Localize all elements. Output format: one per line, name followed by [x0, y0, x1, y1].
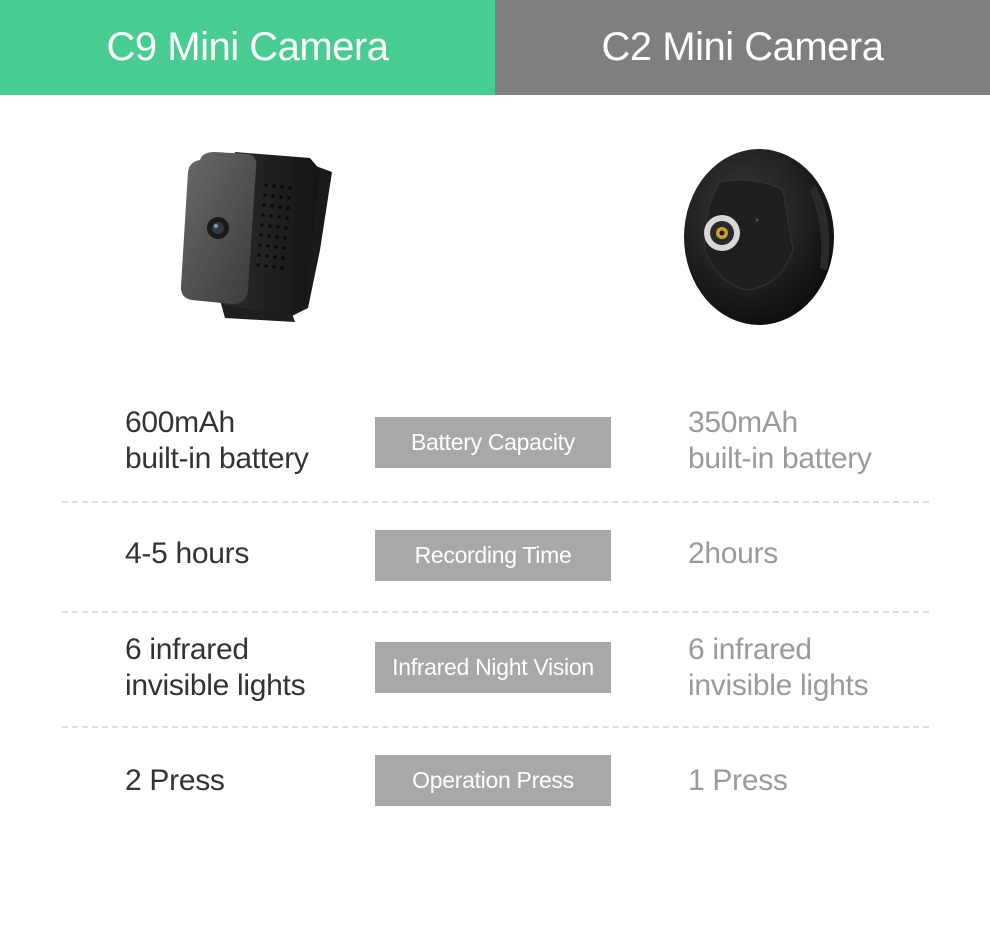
c9-night-vision-value: 6 infrared invisible lights	[125, 632, 306, 704]
c2-recording-value: 2hours	[688, 537, 778, 570]
c2-battery-line2: built-in battery	[688, 442, 872, 475]
c9-operation-value: 2 Press	[125, 764, 225, 797]
battery-capacity-label: Battery Capacity	[375, 417, 611, 468]
operation-press-label: Operation Press	[375, 755, 611, 806]
comparison-header: C9 Mini Camera C2 Mini Camera	[0, 0, 990, 95]
c2-camera-image	[684, 149, 834, 325]
c9-title: C9 Mini Camera	[106, 25, 389, 69]
c9-battery-line2: built-in battery	[125, 442, 309, 475]
c2-night-vision-value: 6 infrared invisible lights	[688, 632, 869, 704]
infrared-night-vision-label: Infrared Night Vision	[375, 642, 611, 693]
c2-title: C2 Mini Camera	[601, 25, 884, 69]
row-divider	[62, 726, 929, 728]
row-divider	[62, 611, 929, 613]
c9-title-tab: C9 Mini Camera	[0, 0, 495, 95]
row-divider	[62, 501, 929, 503]
c9-camera-image	[180, 152, 332, 322]
c9-night-vision-line2: invisible lights	[125, 669, 306, 702]
c9-night-vision-line1: 6 infrared	[125, 633, 249, 666]
c2-title-tab: C2 Mini Camera	[495, 0, 990, 95]
c2-night-vision-line1: 6 infrared	[688, 633, 812, 666]
c2-night-vision-line2: invisible lights	[688, 669, 869, 702]
c9-battery-value: 600mAh built-in battery	[125, 405, 309, 477]
c2-battery-line1: 350mAh	[688, 406, 798, 439]
c9-battery-line1: 600mAh	[125, 406, 235, 439]
c2-battery-value: 350mAh built-in battery	[688, 405, 872, 477]
recording-time-label: Recording Time	[375, 530, 611, 581]
c9-recording-value: 4-5 hours	[125, 537, 250, 570]
c2-operation-value: 1 Press	[688, 764, 788, 797]
